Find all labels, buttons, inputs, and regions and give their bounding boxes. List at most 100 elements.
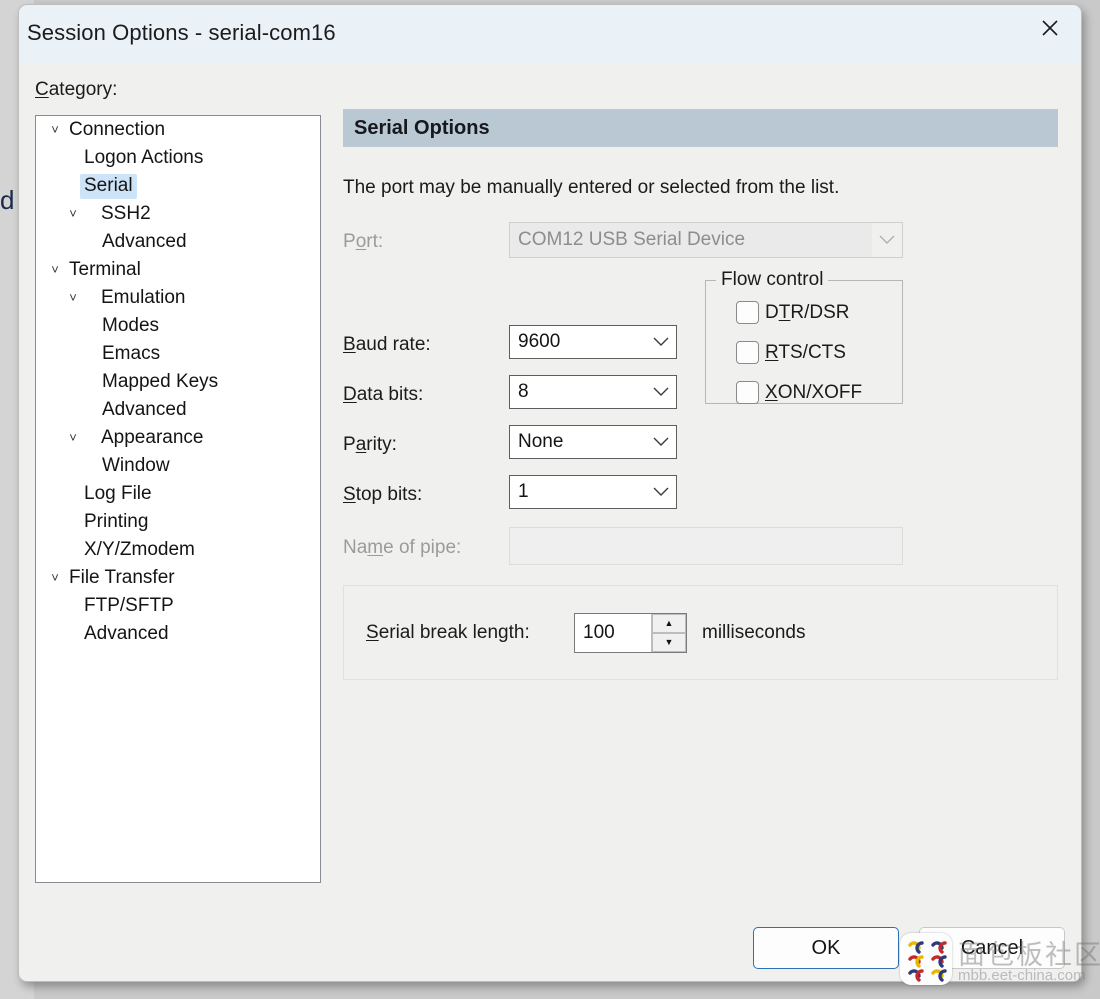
checkbox-box[interactable] xyxy=(736,341,759,364)
cb0-pre: D xyxy=(765,301,779,323)
serial-break-stepper[interactable]: 100 ▲ ▼ xyxy=(574,613,687,653)
checkbox-dtr-dsr[interactable]: DTR/DSR xyxy=(736,301,849,324)
data-bits-label-post: ata bits: xyxy=(356,384,424,405)
chevron-down-icon[interactable]: ˅ xyxy=(66,431,80,444)
flow-control-title: Flow control xyxy=(716,269,829,291)
stop-bits-label-mnemonic: S xyxy=(343,484,356,505)
checkbox-rts-cts[interactable]: RTS/CTS xyxy=(736,341,846,364)
chevron-down-icon[interactable]: ˅ xyxy=(66,207,80,220)
port-combobox[interactable]: COM12 USB Serial Device xyxy=(509,222,903,258)
chevron-down-icon[interactable]: ˅ xyxy=(66,291,80,304)
tree-item-label: SSH2 xyxy=(101,202,151,224)
ok-button[interactable]: OK xyxy=(753,927,899,969)
tree-item-label: File Transfer xyxy=(69,566,175,588)
tree-item-mapped-keys[interactable]: Mapped Keys xyxy=(36,368,320,396)
tree-item-file-transfer[interactable]: ˅ File Transfer xyxy=(36,564,320,592)
chevron-down-icon xyxy=(646,437,676,447)
tree-item-emulation[interactable]: ˅ Emulation xyxy=(36,284,320,312)
tree-item-ssh2[interactable]: ˅ SSH2 xyxy=(36,200,320,228)
pipe-name-label-mnemonic: m xyxy=(367,537,384,558)
category-tree[interactable]: ˅ Connection Logon Actions Serial ˅ SSH2 Advan… xyxy=(35,115,321,883)
checkbox-box[interactable] xyxy=(736,301,759,324)
baud-rate-combobox[interactable]: 9600 xyxy=(509,325,677,359)
serial-break-label: Serial break length: xyxy=(366,622,530,644)
close-icon xyxy=(1040,18,1060,38)
stepper-buttons[interactable]: ▲ ▼ xyxy=(651,614,686,652)
session-options-dialog: Session Options - serial-com16 Category:… xyxy=(18,4,1082,982)
tree-item-label: Window xyxy=(102,454,170,476)
cb1-mnemonic: R xyxy=(765,341,779,363)
port-label-mnemonic: o xyxy=(355,231,367,252)
cb1-post: TS/CTS xyxy=(778,341,846,363)
tree-item-appearance[interactable]: ˅ Appearance xyxy=(36,424,320,452)
tree-item-terminal[interactable]: ˅ Terminal xyxy=(36,256,320,284)
tree-item-advanced[interactable]: Advanced xyxy=(36,396,320,424)
pipe-name-input[interactable] xyxy=(509,527,903,565)
cb0-mnemonic: T xyxy=(778,301,791,323)
window-title: Session Options - serial-com16 xyxy=(27,20,336,45)
tree-item-x-y-zmodem[interactable]: X/Y/Zmodem xyxy=(36,536,320,564)
tree-item-window[interactable]: Window xyxy=(36,452,320,480)
checkbox-xon-xoff[interactable]: XON/XOFF xyxy=(736,381,862,404)
baud-rate-label: Baud rate: xyxy=(343,334,431,356)
chevron-down-icon[interactable]: ˅ xyxy=(48,263,62,276)
cancel-button[interactable]: Cancel xyxy=(919,927,1065,969)
pipe-name-label-post: e of pipe: xyxy=(383,537,462,558)
chevron-down-icon[interactable]: ˅ xyxy=(48,571,62,584)
stop-bits-value: 1 xyxy=(518,481,529,502)
tree-item-label: Mapped Keys xyxy=(102,370,219,392)
parity-value: None xyxy=(518,431,564,452)
serial-break-value[interactable]: 100 xyxy=(575,614,651,652)
data-bits-label: Data bits: xyxy=(343,384,423,406)
chevron-down-icon xyxy=(646,387,676,397)
serial-break-label-post: erial break length: xyxy=(378,622,530,643)
baud-rate-value: 9600 xyxy=(518,331,561,352)
checkbox-box[interactable] xyxy=(736,381,759,404)
baud-rate-label-mnemonic: B xyxy=(343,334,356,355)
stepper-down-icon[interactable]: ▼ xyxy=(652,633,686,652)
tree-item-label: Serial xyxy=(80,173,137,199)
dialog-body: Category: ˅ Connection Logon Actions Serial… xyxy=(19,63,1081,981)
data-bits-label-mnemonic: D xyxy=(343,384,357,405)
data-bits-combobox[interactable]: 8 xyxy=(509,375,677,409)
pane-header-title: Serial Options xyxy=(354,116,490,139)
baud-rate-label-post: aud rate: xyxy=(355,334,431,355)
pipe-name-label-pre: Na xyxy=(343,537,368,558)
tree-item-connection[interactable]: ˅ Connection xyxy=(36,116,320,144)
tree-item-logon-actions[interactable]: Logon Actions xyxy=(36,144,320,172)
tree-item-label: Log File xyxy=(84,482,152,504)
checkbox-dtr-dsr-label: DTR/DSR xyxy=(765,302,849,324)
tree-item-label: Modes xyxy=(102,314,160,336)
tree-item-serial[interactable]: Serial xyxy=(36,172,320,200)
tree-item-ftp-sftp[interactable]: FTP/SFTP xyxy=(36,592,320,620)
parity-label: Parity: xyxy=(343,434,397,456)
pane-description: The port may be manually entered or sele… xyxy=(343,177,840,198)
tree-item-log-file[interactable]: Log File xyxy=(36,480,320,508)
pane-header: Serial Options xyxy=(343,109,1058,147)
tree-item-printing[interactable]: Printing xyxy=(36,508,320,536)
port-label-post: rt: xyxy=(366,231,384,252)
cb2-mnemonic: X xyxy=(765,381,778,403)
tree-item-label: Connection xyxy=(69,118,166,140)
close-button[interactable] xyxy=(1019,5,1081,51)
chevron-down-icon xyxy=(646,487,676,497)
serial-break-group: Serial break length: 100 ▲ ▼ millisecond… xyxy=(343,585,1058,680)
tree-item-label: Advanced xyxy=(102,230,187,252)
tree-item-label: Terminal xyxy=(69,258,141,280)
tree-item-advanced[interactable]: Advanced xyxy=(36,228,320,256)
category-label: Category: xyxy=(35,79,118,100)
stepper-up-icon[interactable]: ▲ xyxy=(652,614,686,633)
chevron-down-icon[interactable]: ˅ xyxy=(48,123,62,136)
tree-item-label: Appearance xyxy=(101,426,204,448)
tree-item-advanced[interactable]: Advanced xyxy=(36,620,320,648)
tree-item-label: Emacs xyxy=(102,342,161,364)
cb0-post: R/DSR xyxy=(790,301,850,323)
flow-control-group: Flow control DTR/DSR RTS/CTS XON/XOFF xyxy=(705,269,903,404)
stop-bits-combobox[interactable]: 1 xyxy=(509,475,677,509)
parity-combobox[interactable]: None xyxy=(509,425,677,459)
parity-label-mnemonic: a xyxy=(355,434,367,455)
background-text-fragment: d xyxy=(0,185,15,215)
tree-item-emacs[interactable]: Emacs xyxy=(36,340,320,368)
tree-item-modes[interactable]: Modes xyxy=(36,312,320,340)
data-bits-value: 8 xyxy=(518,381,529,402)
